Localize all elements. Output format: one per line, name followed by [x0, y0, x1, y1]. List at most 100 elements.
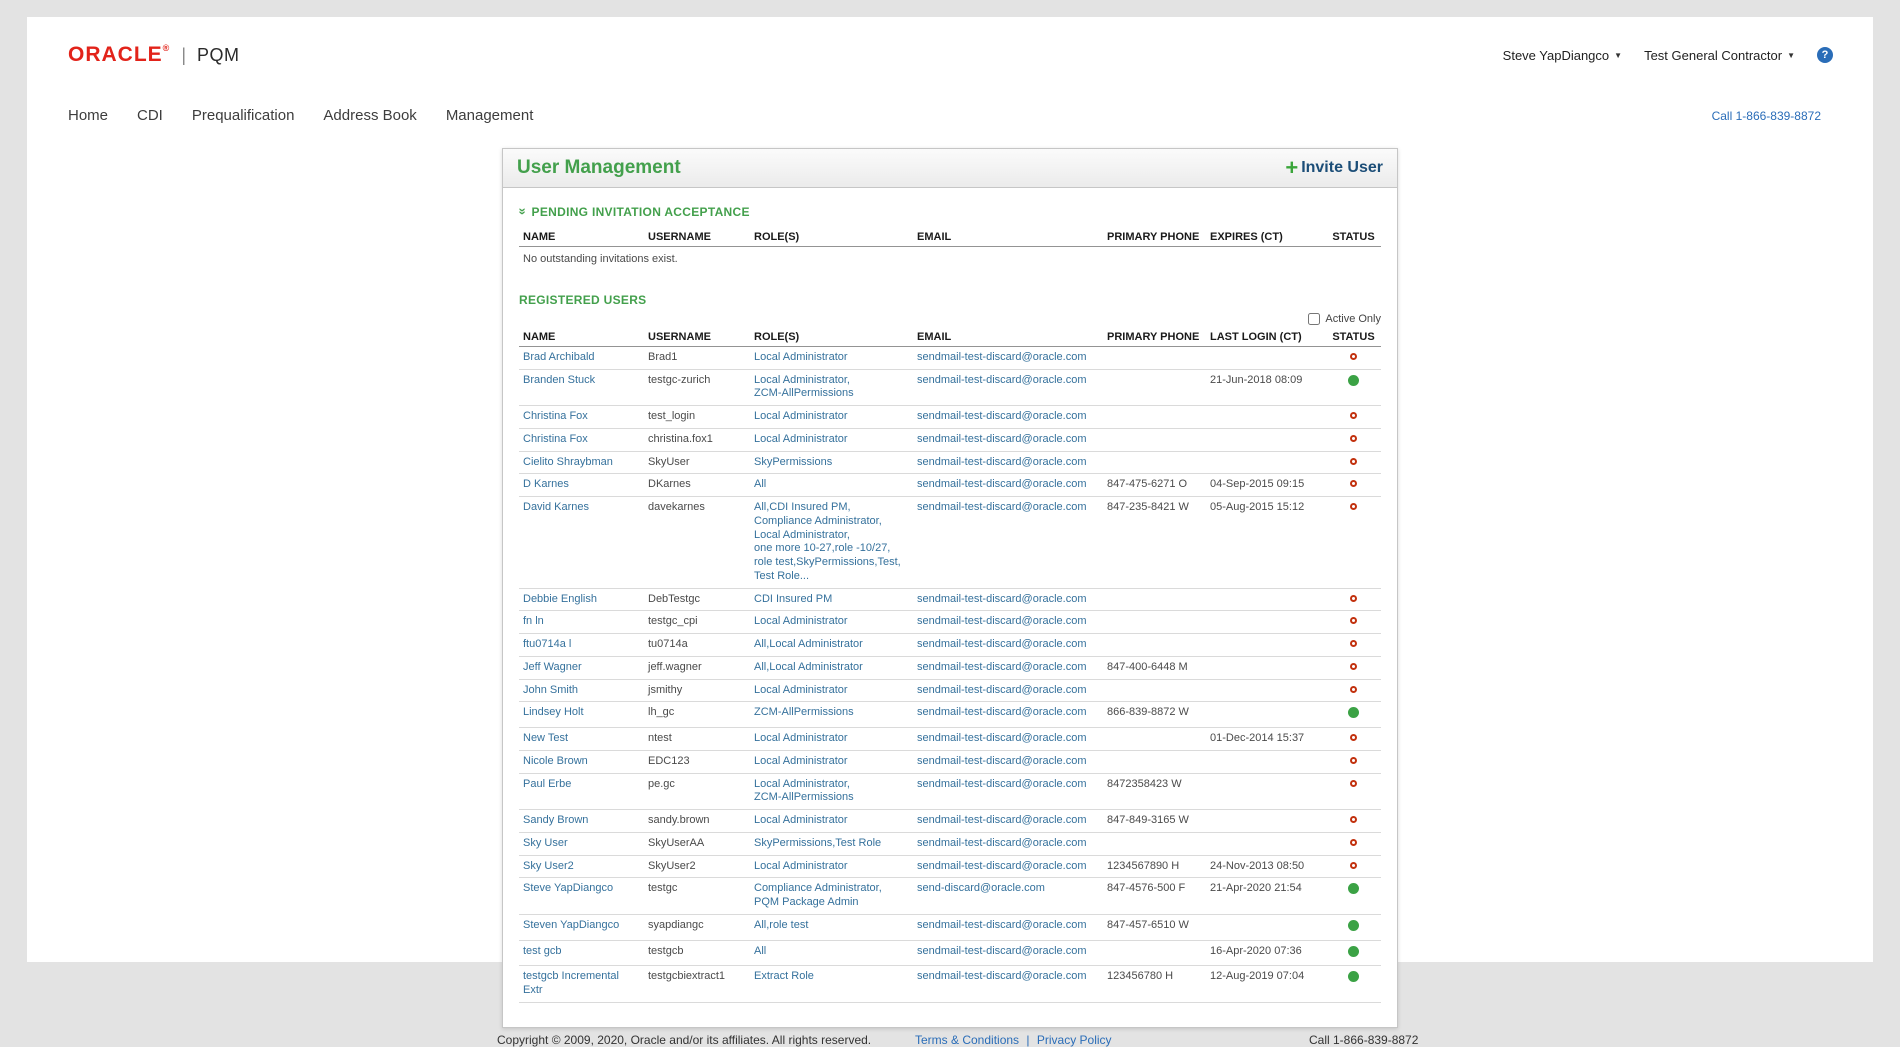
column-header-roles: ROLE(S) — [750, 227, 913, 247]
terms-link[interactable]: Terms & Conditions — [915, 1033, 1019, 1047]
user-email[interactable]: sendmail-test-discard@oracle.com — [913, 832, 1103, 855]
user-name[interactable]: Brad Archibald — [519, 346, 644, 369]
user-email[interactable]: sendmail-test-discard@oracle.com — [913, 773, 1103, 810]
status-icon — [1350, 816, 1357, 823]
user-menu[interactable]: Steve YapDiangco ▼ — [1503, 48, 1622, 63]
user-name[interactable]: Branden Stuck — [519, 369, 644, 406]
user-email[interactable]: sendmail-test-discard@oracle.com — [913, 369, 1103, 406]
user-name[interactable]: testgcb Incremental Extr — [519, 966, 644, 1003]
user-email[interactable]: sendmail-test-discard@oracle.com — [913, 810, 1103, 833]
table-row: testgcb Incremental Extr testgcbiextract… — [519, 966, 1381, 1003]
user-menu-label: Steve YapDiangco — [1503, 48, 1609, 63]
status-icon — [1350, 640, 1357, 647]
table-row: Cielito Shraybman SkyUser SkyPermissions… — [519, 451, 1381, 474]
user-email[interactable]: sendmail-test-discard@oracle.com — [913, 728, 1103, 751]
user-roles: CDI Insured PM — [750, 588, 913, 611]
user-email[interactable]: sendmail-test-discard@oracle.com — [913, 855, 1103, 878]
user-email[interactable]: sendmail-test-discard@oracle.com — [913, 750, 1103, 773]
user-name[interactable]: Jeff Wagner — [519, 656, 644, 679]
user-email[interactable]: sendmail-test-discard@oracle.com — [913, 702, 1103, 728]
user-name[interactable]: Sandy Brown — [519, 810, 644, 833]
user-name[interactable]: Nicole Brown — [519, 750, 644, 773]
user-name[interactable]: New Test — [519, 728, 644, 751]
user-name[interactable]: fn ln — [519, 611, 644, 634]
table-row: Christina Fox christina.fox1 Local Admin… — [519, 428, 1381, 451]
user-email[interactable]: sendmail-test-discard@oracle.com — [913, 451, 1103, 474]
table-row: John Smith jsmithy Local Administrator s… — [519, 679, 1381, 702]
user-name[interactable]: Sky User — [519, 832, 644, 855]
user-username: test_login — [644, 406, 750, 429]
user-name[interactable]: Christina Fox — [519, 428, 644, 451]
nav-item-address-book[interactable]: Address Book — [323, 107, 416, 124]
privacy-link[interactable]: Privacy Policy — [1037, 1033, 1112, 1047]
nav-item-home[interactable]: Home — [68, 107, 108, 124]
user-name[interactable]: John Smith — [519, 679, 644, 702]
user-name[interactable]: Cielito Shraybman — [519, 451, 644, 474]
pending-invitations-section-toggle[interactable]: » PENDING INVITATION ACCEPTANCE — [519, 204, 1381, 219]
user-last-login: 21-Apr-2020 21:54 — [1206, 878, 1326, 915]
user-status-cell — [1326, 855, 1381, 878]
table-row: New Test ntest Local Administrator sendm… — [519, 728, 1381, 751]
user-roles: Local Administrator — [750, 728, 913, 751]
user-email[interactable]: send-discard@oracle.com — [913, 878, 1103, 915]
table-row: David Karnes davekarnes All,CDI Insured … — [519, 497, 1381, 589]
user-name[interactable]: Steve YapDiangco — [519, 878, 644, 915]
status-icon — [1348, 707, 1359, 718]
user-email[interactable]: sendmail-test-discard@oracle.com — [913, 914, 1103, 940]
user-name[interactable]: D Karnes — [519, 474, 644, 497]
invite-user-button[interactable]: + Invite User — [1285, 159, 1383, 177]
user-email[interactable]: sendmail-test-discard@oracle.com — [913, 474, 1103, 497]
user-name[interactable]: Lindsey Holt — [519, 702, 644, 728]
status-icon — [1350, 862, 1357, 869]
table-row: Nicole Brown EDC123 Local Administrator … — [519, 750, 1381, 773]
user-name[interactable]: Paul Erbe — [519, 773, 644, 810]
user-email[interactable]: sendmail-test-discard@oracle.com — [913, 679, 1103, 702]
active-only-checkbox[interactable] — [1308, 313, 1320, 325]
user-name[interactable]: Steven YapDiangco — [519, 914, 644, 940]
user-email[interactable]: sendmail-test-discard@oracle.com — [913, 588, 1103, 611]
nav-item-cdi[interactable]: CDI — [137, 107, 163, 124]
nav-item-management[interactable]: Management — [446, 107, 534, 124]
user-status-cell — [1326, 497, 1381, 589]
user-roles: Compliance Administrator, PQM Package Ad… — [750, 878, 913, 915]
column-header-name: NAME — [519, 327, 644, 347]
user-name[interactable]: Debbie English — [519, 588, 644, 611]
user-username: SkyUserAA — [644, 832, 750, 855]
user-username: testgc_cpi — [644, 611, 750, 634]
nav-item-prequalification[interactable]: Prequalification — [192, 107, 295, 124]
column-header-name: NAME — [519, 227, 644, 247]
user-status-cell — [1326, 634, 1381, 657]
user-phone: 123456780 H — [1103, 966, 1206, 1003]
pending-empty-message: No outstanding invitations exist. — [519, 247, 1381, 275]
user-email[interactable]: sendmail-test-discard@oracle.com — [913, 346, 1103, 369]
user-name[interactable]: Christina Fox — [519, 406, 644, 429]
user-last-login — [1206, 346, 1326, 369]
user-email[interactable]: sendmail-test-discard@oracle.com — [913, 634, 1103, 657]
user-roles: Local Administrator — [750, 679, 913, 702]
user-name[interactable]: test gcb — [519, 940, 644, 966]
call-phone-link[interactable]: Call 1-866-839-8872 — [1712, 109, 1821, 123]
user-email[interactable]: sendmail-test-discard@oracle.com — [913, 940, 1103, 966]
copyright-text: Copyright © 2009, 2020, Oracle and/or it… — [497, 1033, 871, 1047]
user-email[interactable]: sendmail-test-discard@oracle.com — [913, 656, 1103, 679]
user-name[interactable]: ftu0714a l — [519, 634, 644, 657]
table-row: Paul Erbe pe.gc Local Administrator, ZCM… — [519, 773, 1381, 810]
user-last-login — [1206, 773, 1326, 810]
user-username: SkyUser — [644, 451, 750, 474]
user-name[interactable]: Sky User2 — [519, 855, 644, 878]
help-icon[interactable]: ? — [1817, 47, 1833, 63]
user-email[interactable]: sendmail-test-discard@oracle.com — [913, 428, 1103, 451]
user-email[interactable]: sendmail-test-discard@oracle.com — [913, 406, 1103, 429]
status-icon — [1350, 480, 1357, 487]
column-header-username: USERNAME — [644, 227, 750, 247]
account-menu[interactable]: Test General Contractor ▼ — [1644, 48, 1795, 63]
user-email[interactable]: sendmail-test-discard@oracle.com — [913, 611, 1103, 634]
column-header-primary-phone: PRIMARY PHONE — [1103, 327, 1206, 347]
user-email[interactable]: sendmail-test-discard@oracle.com — [913, 497, 1103, 589]
user-email[interactable]: sendmail-test-discard@oracle.com — [913, 966, 1103, 1003]
user-phone — [1103, 940, 1206, 966]
user-phone — [1103, 428, 1206, 451]
user-status-cell — [1326, 750, 1381, 773]
user-name[interactable]: David Karnes — [519, 497, 644, 589]
user-phone — [1103, 750, 1206, 773]
